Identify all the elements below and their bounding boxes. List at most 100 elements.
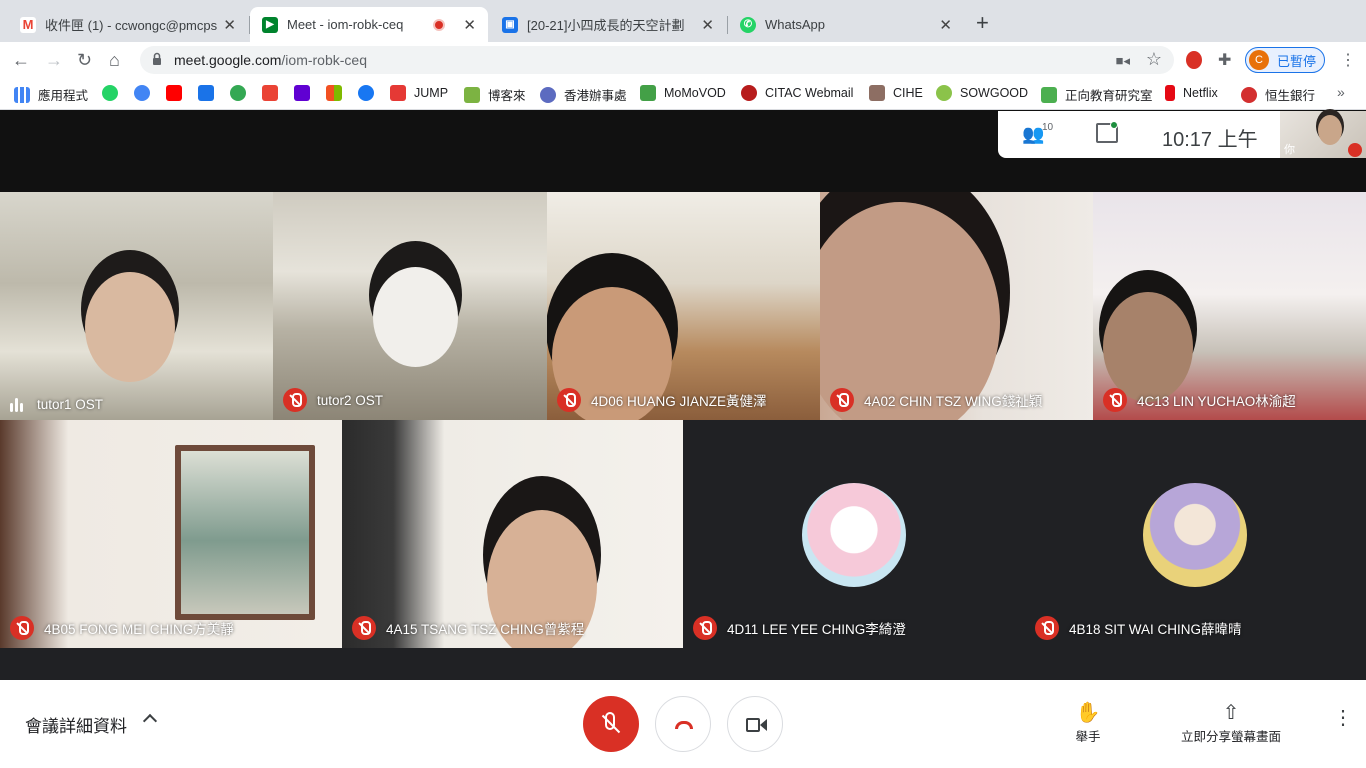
bookmark-netflix[interactable]: Netflix xyxy=(1165,85,1218,101)
meeting-clock: 10:17 上午 xyxy=(1162,129,1258,151)
participant-face xyxy=(1103,292,1193,402)
mic-off-icon xyxy=(693,616,717,640)
profile-avatar: C xyxy=(1249,50,1269,70)
home-icon[interactable]: ⌂ xyxy=(109,50,120,70)
more-options-icon[interactable]: ⋮ xyxy=(1333,708,1353,728)
participant-tile[interactable]: 4B18 SIT WAI CHING薛暐晴 xyxy=(1025,420,1366,648)
bookmark-label: 應用程式 xyxy=(38,89,89,103)
more-bookmarks-icon[interactable]: » xyxy=(1337,84,1345,100)
bookmark-positive-edu[interactable]: 正向教育研究室 xyxy=(1041,85,1153,104)
camera-in-use-icon[interactable]: ■◂ xyxy=(1116,53,1130,69)
participant-label: tutor1 OST xyxy=(10,397,103,412)
url-text: meet.google.com/iom-robk-ceq xyxy=(174,52,367,68)
participant-count: 10 xyxy=(1042,122,1054,133)
bookmark-sowgood[interactable]: SOWGOOD xyxy=(936,85,1028,101)
participant-label: 4A02 CHIN TSZ WING錢祉穎 xyxy=(830,388,1042,412)
bookmark-apps[interactable]: 應用程式 xyxy=(14,85,88,104)
bookmark-citac[interactable]: CITAC Webmail xyxy=(741,85,853,101)
participant-avatar xyxy=(802,483,906,587)
extensions-puzzle-icon[interactable]: ✚ xyxy=(1218,50,1231,70)
books-icon xyxy=(464,86,480,103)
close-tab-icon[interactable]: ✕ xyxy=(223,16,236,34)
participant-face xyxy=(373,267,458,367)
bookmark-facebook[interactable] xyxy=(358,85,374,101)
mic-off-icon xyxy=(352,616,376,640)
self-view-tile[interactable]: 你 xyxy=(1280,111,1366,158)
bookmark-label: CIHE xyxy=(893,86,923,100)
tab-gmail[interactable]: M 收件匣 (1) - ccwongc@pmcps.e ✕ xyxy=(8,7,248,42)
tab-classroom[interactable]: ▣ [20-21]小四成長的天空計劃 ✕ xyxy=(490,7,726,42)
participant-name: 4C13 LIN YUCHAO林渝超 xyxy=(1137,394,1296,409)
bookmark-jump[interactable]: JUMP xyxy=(390,85,448,101)
participant-avatar xyxy=(1143,483,1247,587)
chevron-up-icon[interactable] xyxy=(142,713,158,729)
video-icon xyxy=(640,85,656,101)
bookmark-momovod[interactable]: MoMoVOD xyxy=(640,85,726,101)
bookmark-calendar[interactable] xyxy=(198,85,214,101)
tab-title: 收件匣 (1) - ccwongc@pmcps.e xyxy=(45,18,218,33)
bookmark-cihe[interactable]: CIHE xyxy=(869,85,923,101)
bookmark-youtube[interactable] xyxy=(166,85,182,101)
bookmark-yahoo[interactable] xyxy=(294,85,310,101)
mic-off-icon xyxy=(283,388,307,412)
bookmark-hk-office[interactable]: 香港辦事處 xyxy=(540,85,627,104)
bookmark-books[interactable]: 博客來 xyxy=(464,85,526,104)
camera-lens xyxy=(760,719,767,731)
reload-icon[interactable]: ↻ xyxy=(77,50,92,70)
jump-icon xyxy=(390,85,406,101)
microsoft-icon xyxy=(326,85,342,101)
close-tab-icon[interactable]: ✕ xyxy=(701,16,714,34)
mic-off-icon xyxy=(557,388,581,412)
bookmark-label: MoMoVOD xyxy=(664,86,726,100)
close-tab-icon[interactable]: ✕ xyxy=(939,16,952,34)
lock-icon xyxy=(153,52,161,65)
hang-up-icon xyxy=(675,721,693,729)
raise-hand-label: 舉手 xyxy=(1075,730,1101,744)
bookmark-google-2[interactable] xyxy=(230,85,246,101)
office-icon xyxy=(540,86,556,103)
browser-menu-icon[interactable]: ⋮ xyxy=(1340,50,1356,70)
bookmark-label: SOWGOOD xyxy=(960,86,1029,100)
bookmark-gmail[interactable] xyxy=(262,85,278,101)
bank-icon xyxy=(1241,86,1257,103)
netflix-icon xyxy=(1165,85,1175,101)
participant-tile[interactable]: 4C13 LIN YUCHAO林渝超 xyxy=(1093,192,1366,420)
bookmark-whatsapp[interactable] xyxy=(102,85,118,101)
participant-label: 4C13 LIN YUCHAO林渝超 xyxy=(1103,388,1296,412)
bookmark-label: Netflix xyxy=(1183,86,1218,100)
participant-tile[interactable]: 4B05 FONG MEI CHING方美靜 xyxy=(0,420,342,648)
bookmark-hangseng[interactable]: 恒生銀行 xyxy=(1241,85,1315,104)
leave-call-button[interactable] xyxy=(655,696,711,752)
participant-tile[interactable]: tutor1 OST xyxy=(0,192,273,420)
extension-icon[interactable] xyxy=(1186,51,1202,69)
participant-name: tutor2 OST xyxy=(317,392,384,408)
mic-off-icon xyxy=(830,388,854,412)
address-bar[interactable]: meet.google.com/iom-robk-ceq ■◂ ☆ xyxy=(140,46,1174,74)
participant-tile[interactable]: tutor2 OST xyxy=(273,192,547,420)
mic-off-icon xyxy=(10,616,34,640)
new-tab-button[interactable]: + xyxy=(976,12,989,34)
tab-meet[interactable]: ▶ Meet - iom-robk-ceq ✕ xyxy=(250,7,488,42)
back-icon[interactable]: ← xyxy=(12,50,30,70)
participant-name: 4B05 FONG MEI CHING方美靜 xyxy=(44,622,234,637)
bookmark-microsoft[interactable] xyxy=(326,85,342,101)
participant-tile[interactable]: 4D06 HUANG JIANZE黃健澤 xyxy=(547,192,820,420)
raise-hand-button[interactable]: ✋ 舉手 xyxy=(1062,700,1114,745)
camera-toggle-button[interactable] xyxy=(727,696,783,752)
participant-tile[interactable]: 4A15 TSANG TSZ CHING曾紫程 xyxy=(342,420,683,648)
forward-icon[interactable]: → xyxy=(45,50,63,70)
participant-tile[interactable]: 4D11 LEE YEE CHING李綺澄 xyxy=(683,420,1025,648)
tab-whatsapp[interactable]: ✆ WhatsApp ✕ xyxy=(728,7,964,42)
profile-button[interactable]: C 已暫停 xyxy=(1245,47,1325,73)
participant-label: 4A15 TSANG TSZ CHING曾紫程 xyxy=(352,616,584,640)
bookmark-star-icon[interactable]: ☆ xyxy=(1146,49,1162,70)
meeting-details-button[interactable]: 會議詳細資料 xyxy=(25,712,127,737)
close-tab-icon[interactable]: ✕ xyxy=(463,16,476,34)
present-now-button[interactable]: ⇧ 立即分享螢幕畫面 xyxy=(1175,700,1287,745)
participant-tile[interactable]: 4A02 CHIN TSZ WING錢祉穎 xyxy=(820,192,1093,420)
speaking-indicator-icon xyxy=(10,397,23,412)
bookmark-google[interactable] xyxy=(134,85,150,101)
apps-grid-icon xyxy=(14,86,30,103)
classroom-icon: ▣ xyxy=(502,16,518,33)
microphone-toggle-button[interactable] xyxy=(583,696,639,752)
